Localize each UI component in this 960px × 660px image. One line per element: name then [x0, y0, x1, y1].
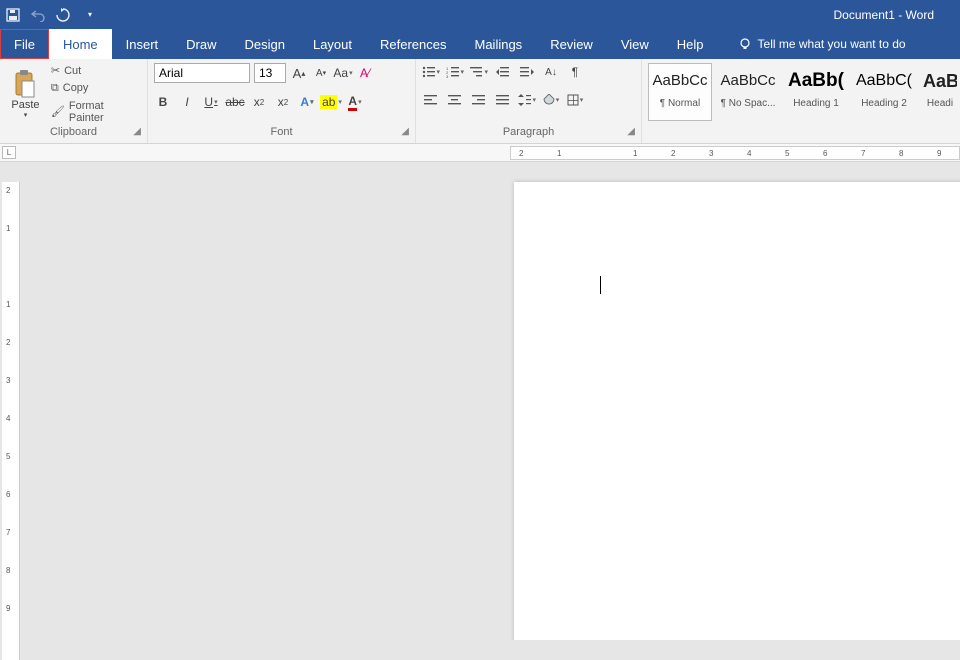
format-painter-label: Format Painter	[69, 100, 139, 124]
grow-font-button[interactable]: A▴	[290, 64, 308, 82]
style-normal[interactable]: AaBbCc ¶ Normal	[648, 63, 712, 121]
justify-button[interactable]	[494, 91, 512, 109]
text-cursor	[600, 276, 601, 294]
align-right-button[interactable]	[470, 91, 488, 109]
save-icon[interactable]	[6, 8, 20, 22]
italic-button[interactable]: I	[178, 93, 196, 111]
tab-design[interactable]: Design	[231, 29, 299, 59]
tab-draw[interactable]: Draw	[172, 29, 230, 59]
vertical-ruler[interactable]: 2 1 1 2 3 4 5 6 7 8 9	[2, 182, 20, 660]
style-name: Heading 1	[787, 98, 845, 109]
paste-icon	[12, 69, 38, 99]
line-spacing-button[interactable]: ▾	[518, 91, 536, 109]
paste-dropdown-icon[interactable]: ▾	[24, 111, 28, 119]
styles-gallery[interactable]: AaBbCc ¶ Normal AaBbCc ¶ No Spac... AaBb…	[648, 63, 960, 125]
style-sample: AaBbCc	[719, 68, 777, 94]
tell-me-label: Tell me what you want to do	[758, 37, 906, 51]
tab-selector[interactable]: L	[2, 146, 16, 159]
font-color-button[interactable]: A▾	[346, 93, 364, 111]
style-sample: AaBb(	[787, 68, 845, 94]
shrink-font-button[interactable]: A▾	[312, 64, 330, 82]
window-title: Document1 - Word	[92, 8, 954, 22]
document-page[interactable]	[514, 182, 960, 640]
paragraph-launcher-icon[interactable]: ◢	[627, 125, 635, 139]
bold-button[interactable]: B	[154, 93, 172, 111]
strikethrough-button[interactable]: abc	[226, 93, 244, 111]
clipboard-group-label: Clipboard	[50, 126, 97, 138]
tell-me-search[interactable]: Tell me what you want to do	[738, 29, 906, 59]
format-painter-button[interactable]: 🖌 Format Painter	[49, 99, 141, 125]
font-group-label: Font	[270, 126, 292, 138]
svg-text:3: 3	[446, 74, 449, 78]
paragraph-group-label: Paragraph	[503, 126, 554, 138]
copy-button[interactable]: ⧉ Copy	[49, 81, 141, 96]
increase-indent-button[interactable]	[518, 63, 536, 81]
tab-file[interactable]: File	[0, 29, 49, 59]
copy-icon: ⧉	[51, 82, 59, 95]
tab-layout[interactable]: Layout	[299, 29, 366, 59]
style-name: Headi	[923, 98, 957, 109]
font-launcher-icon[interactable]: ◢	[401, 125, 409, 139]
tab-mailings[interactable]: Mailings	[461, 29, 537, 59]
style-no-spacing[interactable]: AaBbCc ¶ No Spac...	[716, 63, 780, 121]
tab-review[interactable]: Review	[536, 29, 607, 59]
shading-button[interactable]: ▾	[542, 91, 560, 109]
style-heading-3[interactable]: AaB Headi	[920, 63, 960, 121]
lightbulb-icon	[738, 37, 752, 51]
font-size-select[interactable]	[254, 63, 286, 83]
style-name: Heading 2	[855, 98, 913, 109]
copy-label: Copy	[63, 82, 89, 94]
highlight-button[interactable]: ab▾	[322, 93, 340, 111]
style-name: ¶ No Spac...	[719, 98, 777, 109]
cut-label: Cut	[64, 65, 81, 77]
change-case-button[interactable]: Aa▾	[334, 64, 352, 82]
sort-button[interactable]: A↓	[542, 63, 560, 81]
paste-button[interactable]: Paste ▾	[6, 63, 45, 125]
align-center-button[interactable]	[446, 91, 464, 109]
clipboard-launcher-icon[interactable]: ◢	[133, 125, 141, 139]
text-effects-button[interactable]: A▾	[298, 93, 316, 111]
brush-icon: 🖌	[51, 105, 65, 118]
horizontal-ruler[interactable]: 2 1 1 2 3 4 5 6 7 8 9	[510, 146, 960, 160]
style-sample: AaBbCc	[651, 68, 709, 94]
paste-label: Paste	[11, 99, 39, 111]
font-name-select[interactable]	[154, 63, 250, 83]
style-name: ¶ Normal	[651, 98, 709, 109]
style-heading-2[interactable]: AaBbC( Heading 2	[852, 63, 916, 121]
underline-button[interactable]: U▾	[202, 93, 220, 111]
qat-customize-icon[interactable]: ▾	[88, 10, 92, 19]
tab-home[interactable]: Home	[49, 29, 112, 59]
bullets-button[interactable]: ▾	[422, 63, 440, 81]
scissors-icon: ✂	[51, 64, 60, 77]
clear-formatting-button[interactable]: A⁄	[356, 64, 374, 82]
cut-button[interactable]: ✂ Cut	[49, 63, 141, 78]
superscript-button[interactable]: x2	[274, 93, 292, 111]
numbering-button[interactable]: 123▾	[446, 63, 464, 81]
undo-icon[interactable]	[30, 8, 46, 22]
show-marks-button[interactable]: ¶	[566, 63, 584, 81]
tab-references[interactable]: References	[366, 29, 460, 59]
multilevel-list-button[interactable]: ▾	[470, 63, 488, 81]
style-sample: AaB	[923, 68, 957, 94]
decrease-indent-button[interactable]	[494, 63, 512, 81]
align-left-button[interactable]	[422, 91, 440, 109]
style-sample: AaBbC(	[855, 68, 913, 94]
redo-icon[interactable]	[56, 8, 70, 22]
subscript-button[interactable]: x2	[250, 93, 268, 111]
tab-insert[interactable]: Insert	[112, 29, 173, 59]
tab-help[interactable]: Help	[663, 29, 718, 59]
tab-view[interactable]: View	[607, 29, 663, 59]
style-heading-1[interactable]: AaBb( Heading 1	[784, 63, 848, 121]
borders-button[interactable]: ▾	[566, 91, 584, 109]
